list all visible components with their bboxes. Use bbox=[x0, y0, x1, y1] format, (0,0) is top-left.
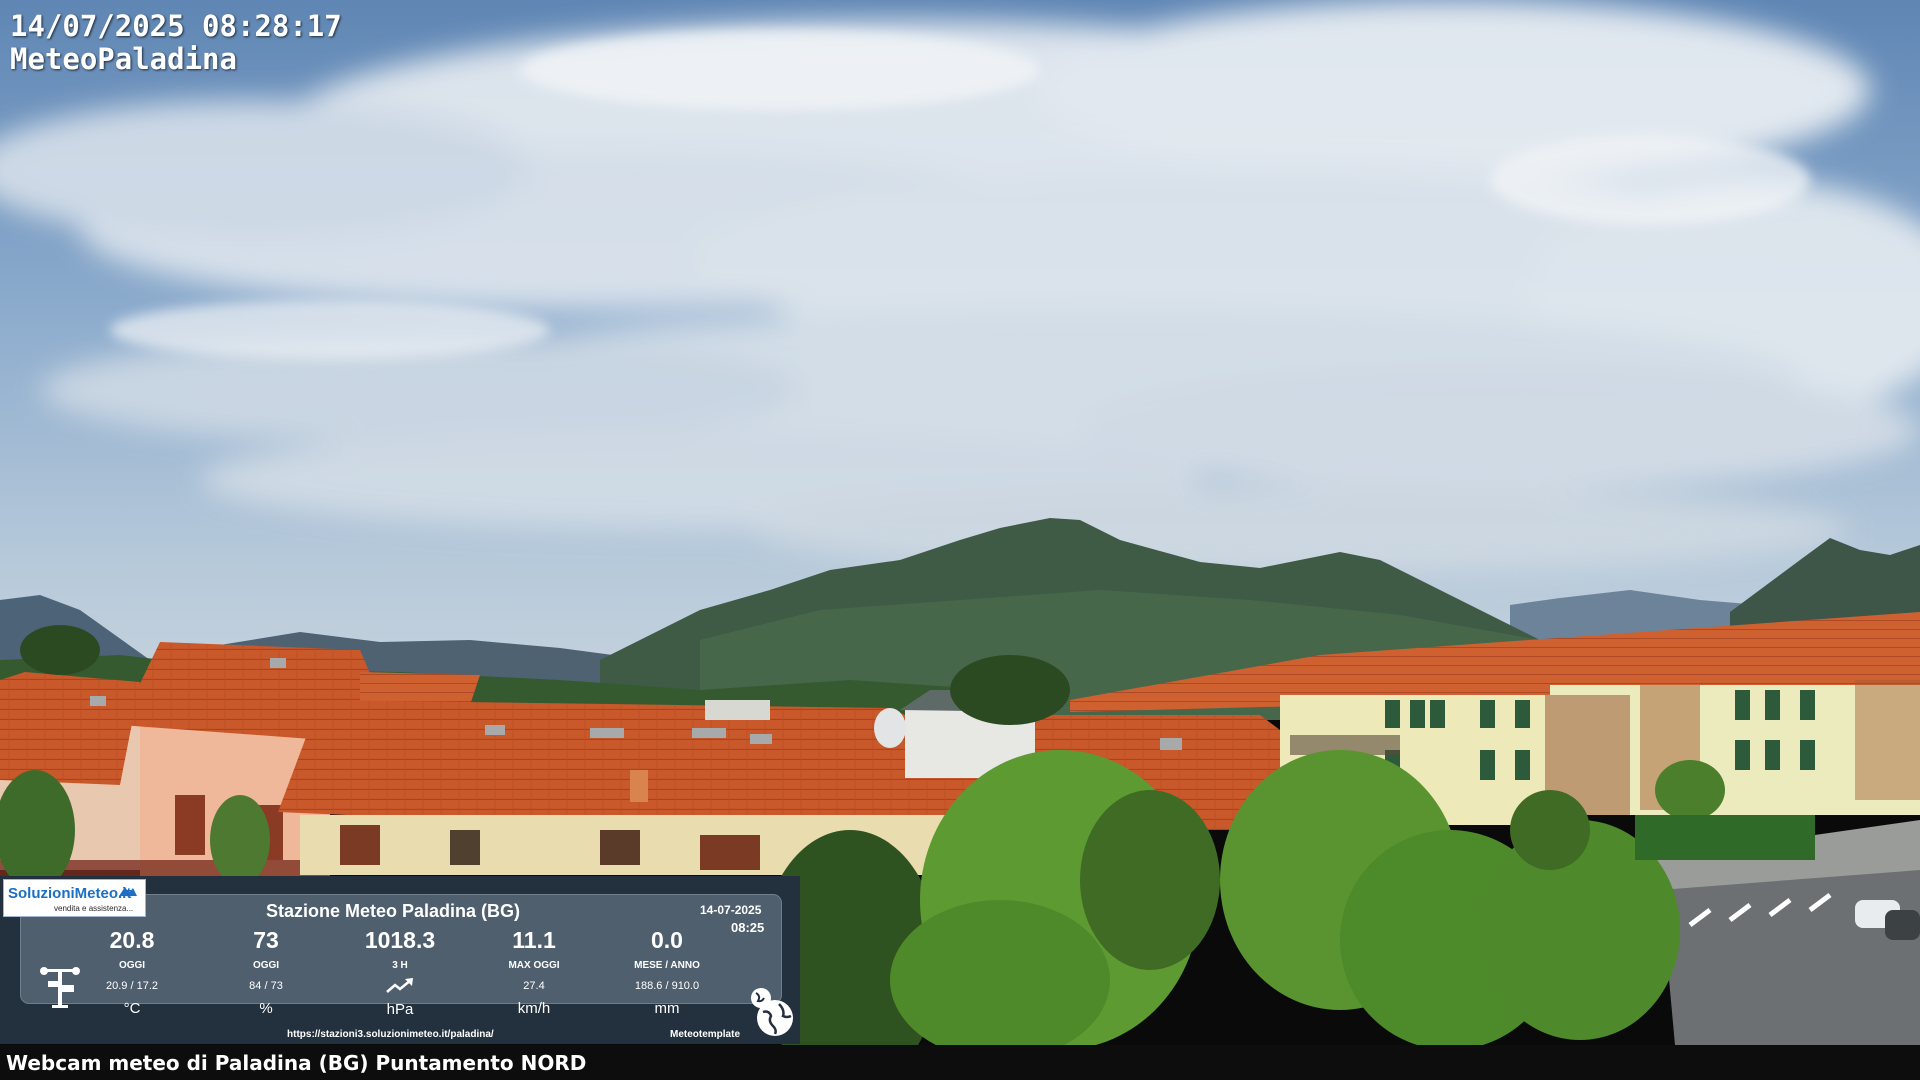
reading-unit: km/h bbox=[517, 1000, 551, 1017]
station-date: 14-07-2025 bbox=[700, 903, 762, 917]
globe-icon bbox=[751, 988, 793, 1036]
webcam-caption: Webcam meteo di Paladina (BG) Puntamento… bbox=[6, 1051, 587, 1075]
logo-text: SoluzioniMeteo.it bbox=[8, 885, 132, 902]
site-name-overlay: MeteoPaladina bbox=[10, 42, 237, 76]
reading-pressure: 1018.3 3 H hPa bbox=[340, 926, 460, 1019]
reading-label: MESE / ANNO bbox=[634, 960, 700, 971]
trending-up-icon bbox=[386, 978, 413, 993]
reading-sub: 27.4 bbox=[523, 980, 545, 992]
reading-unit: mm bbox=[654, 1000, 680, 1017]
reading-label: OGGI bbox=[252, 960, 280, 971]
reading-value: 11.1 bbox=[512, 927, 556, 953]
station-time: 08:25 bbox=[731, 920, 765, 935]
meteotemplate-brand: Meteotemplate bbox=[670, 1029, 741, 1040]
station-title: Stazione Meteo Paladina (BG) bbox=[266, 901, 521, 921]
reading-label: OGGI bbox=[118, 960, 146, 971]
reading-unit: % bbox=[259, 1000, 273, 1017]
road bbox=[1660, 860, 1920, 1045]
reading-sub: 84 / 73 bbox=[249, 980, 283, 992]
reading-sub: 188.6 / 910.0 bbox=[634, 980, 700, 992]
reading-unit: hPa bbox=[386, 1001, 414, 1018]
reading-rain: 0.0 MESE / ANNO 188.6 / 910.0 mm bbox=[607, 926, 727, 1018]
logo-tagline: vendita e assistenza... bbox=[54, 904, 134, 913]
station-url-link[interactable]: https://stazioni3.soluzionimeteo.it/pala… bbox=[287, 1029, 494, 1040]
reading-unit: °C bbox=[123, 1000, 141, 1017]
reading-sub: 20.9 / 17.2 bbox=[106, 980, 158, 992]
reading-humidity: 73 OGGI 84 / 73 % bbox=[206, 926, 326, 1018]
timestamp-overlay: 14/07/2025 08:28:17 bbox=[10, 9, 342, 43]
soluzionimeteo-logo: SoluzioniMeteo.it vendita e assistenza..… bbox=[3, 879, 146, 917]
reading-wind: 11.1 MAX OGGI 27.4 km/h bbox=[474, 926, 594, 1018]
reading-label: MAX OGGI bbox=[508, 960, 560, 971]
reading-temperature: 20.8 OGGI 20.9 / 17.2 °C bbox=[72, 926, 192, 1018]
reading-label: 3 H bbox=[392, 960, 408, 971]
reading-value: 1018.3 bbox=[364, 927, 436, 953]
reading-value: 0.0 bbox=[651, 927, 683, 953]
reading-value: 73 bbox=[253, 927, 279, 953]
reading-value: 20.8 bbox=[109, 927, 155, 953]
roof-left bbox=[0, 672, 140, 785]
logo-mark-icon bbox=[119, 887, 137, 896]
caption-bar: Webcam meteo di Paladina (BG) Puntamento… bbox=[0, 1045, 1920, 1080]
